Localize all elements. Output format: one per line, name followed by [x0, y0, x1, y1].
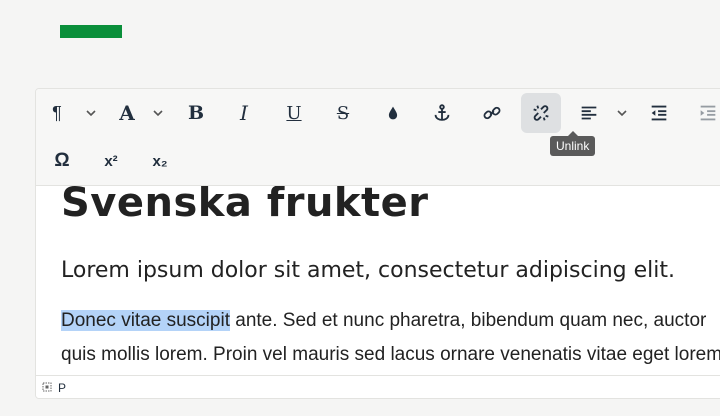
- paragraph-button[interactable]: ¶: [42, 93, 72, 133]
- omega-icon: Ω: [54, 150, 70, 171]
- strikethrough-button[interactable]: S: [323, 93, 363, 133]
- pilcrow-icon: ¶: [52, 102, 62, 123]
- align-dropdown-chevron[interactable]: [614, 93, 630, 133]
- paragraph-dropdown-chevron[interactable]: [83, 93, 99, 133]
- strikethrough-icon: S: [336, 102, 350, 124]
- bold-button[interactable]: B: [176, 93, 216, 133]
- drop-icon: [388, 106, 398, 120]
- italic-icon: I: [240, 101, 248, 125]
- outdent-button[interactable]: [639, 93, 679, 133]
- paragraph-text-line1: ante. Sed et nunc pharetra, bibendum qua…: [229, 310, 707, 331]
- chevron-down-icon: [153, 110, 163, 117]
- editor-toolbar: ¶ A B I U S Ω x² x₂ Unlink: [36, 89, 720, 186]
- underline-button[interactable]: U: [274, 93, 314, 133]
- selected-text: Donec vitae suscipit: [61, 310, 230, 331]
- link-icon: [483, 106, 501, 120]
- indent-button[interactable]: [688, 93, 720, 133]
- outdent-icon: [651, 105, 667, 121]
- element-path[interactable]: P: [58, 381, 66, 395]
- rich-text-editor: ¶ A B I U S Ω x² x₂ Unlink Svenska frukt…: [35, 88, 720, 399]
- indent-icon: [700, 105, 716, 121]
- brand-logo: [60, 25, 122, 38]
- align-button[interactable]: [570, 93, 608, 133]
- element-path-icon: [42, 382, 52, 392]
- highlight-button[interactable]: [373, 93, 413, 133]
- text-color-icon: A: [119, 101, 135, 125]
- unlink-tooltip: Unlink: [550, 131, 596, 156]
- status-bar: P: [36, 375, 720, 398]
- chevron-down-icon: [86, 110, 96, 117]
- anchor-button[interactable]: [422, 93, 462, 133]
- superscript-button[interactable]: x²: [91, 141, 131, 181]
- underline-icon: U: [286, 102, 302, 124]
- paragraph: Donec vitae suscipit ante. Sed et nunc p…: [61, 304, 720, 372]
- editor-content[interactable]: Svenska frukter Lorem ipsum dolor sit am…: [36, 186, 720, 375]
- heading-2: Lorem ipsum dolor sit amet, consectetur …: [61, 258, 675, 283]
- anchor-icon: [434, 104, 450, 121]
- subscript-icon: x₂: [152, 152, 168, 170]
- italic-button[interactable]: I: [224, 93, 264, 133]
- superscript-icon: x²: [104, 152, 118, 170]
- special-char-button[interactable]: Ω: [42, 141, 82, 181]
- unlink-button[interactable]: [521, 93, 561, 133]
- subscript-button[interactable]: x₂: [140, 141, 180, 181]
- heading-1: Svenska frukter: [61, 186, 429, 226]
- bold-icon: B: [187, 102, 205, 124]
- unlink-icon: [533, 105, 549, 121]
- chevron-down-icon: [617, 110, 627, 117]
- font-color-dropdown-chevron[interactable]: [150, 93, 166, 133]
- link-button[interactable]: [472, 93, 512, 133]
- paragraph-text-line2: quis mollis lorem. Proin vel mauris sed …: [61, 344, 720, 365]
- font-color-button[interactable]: A: [112, 93, 142, 133]
- align-left-icon: [581, 106, 597, 120]
